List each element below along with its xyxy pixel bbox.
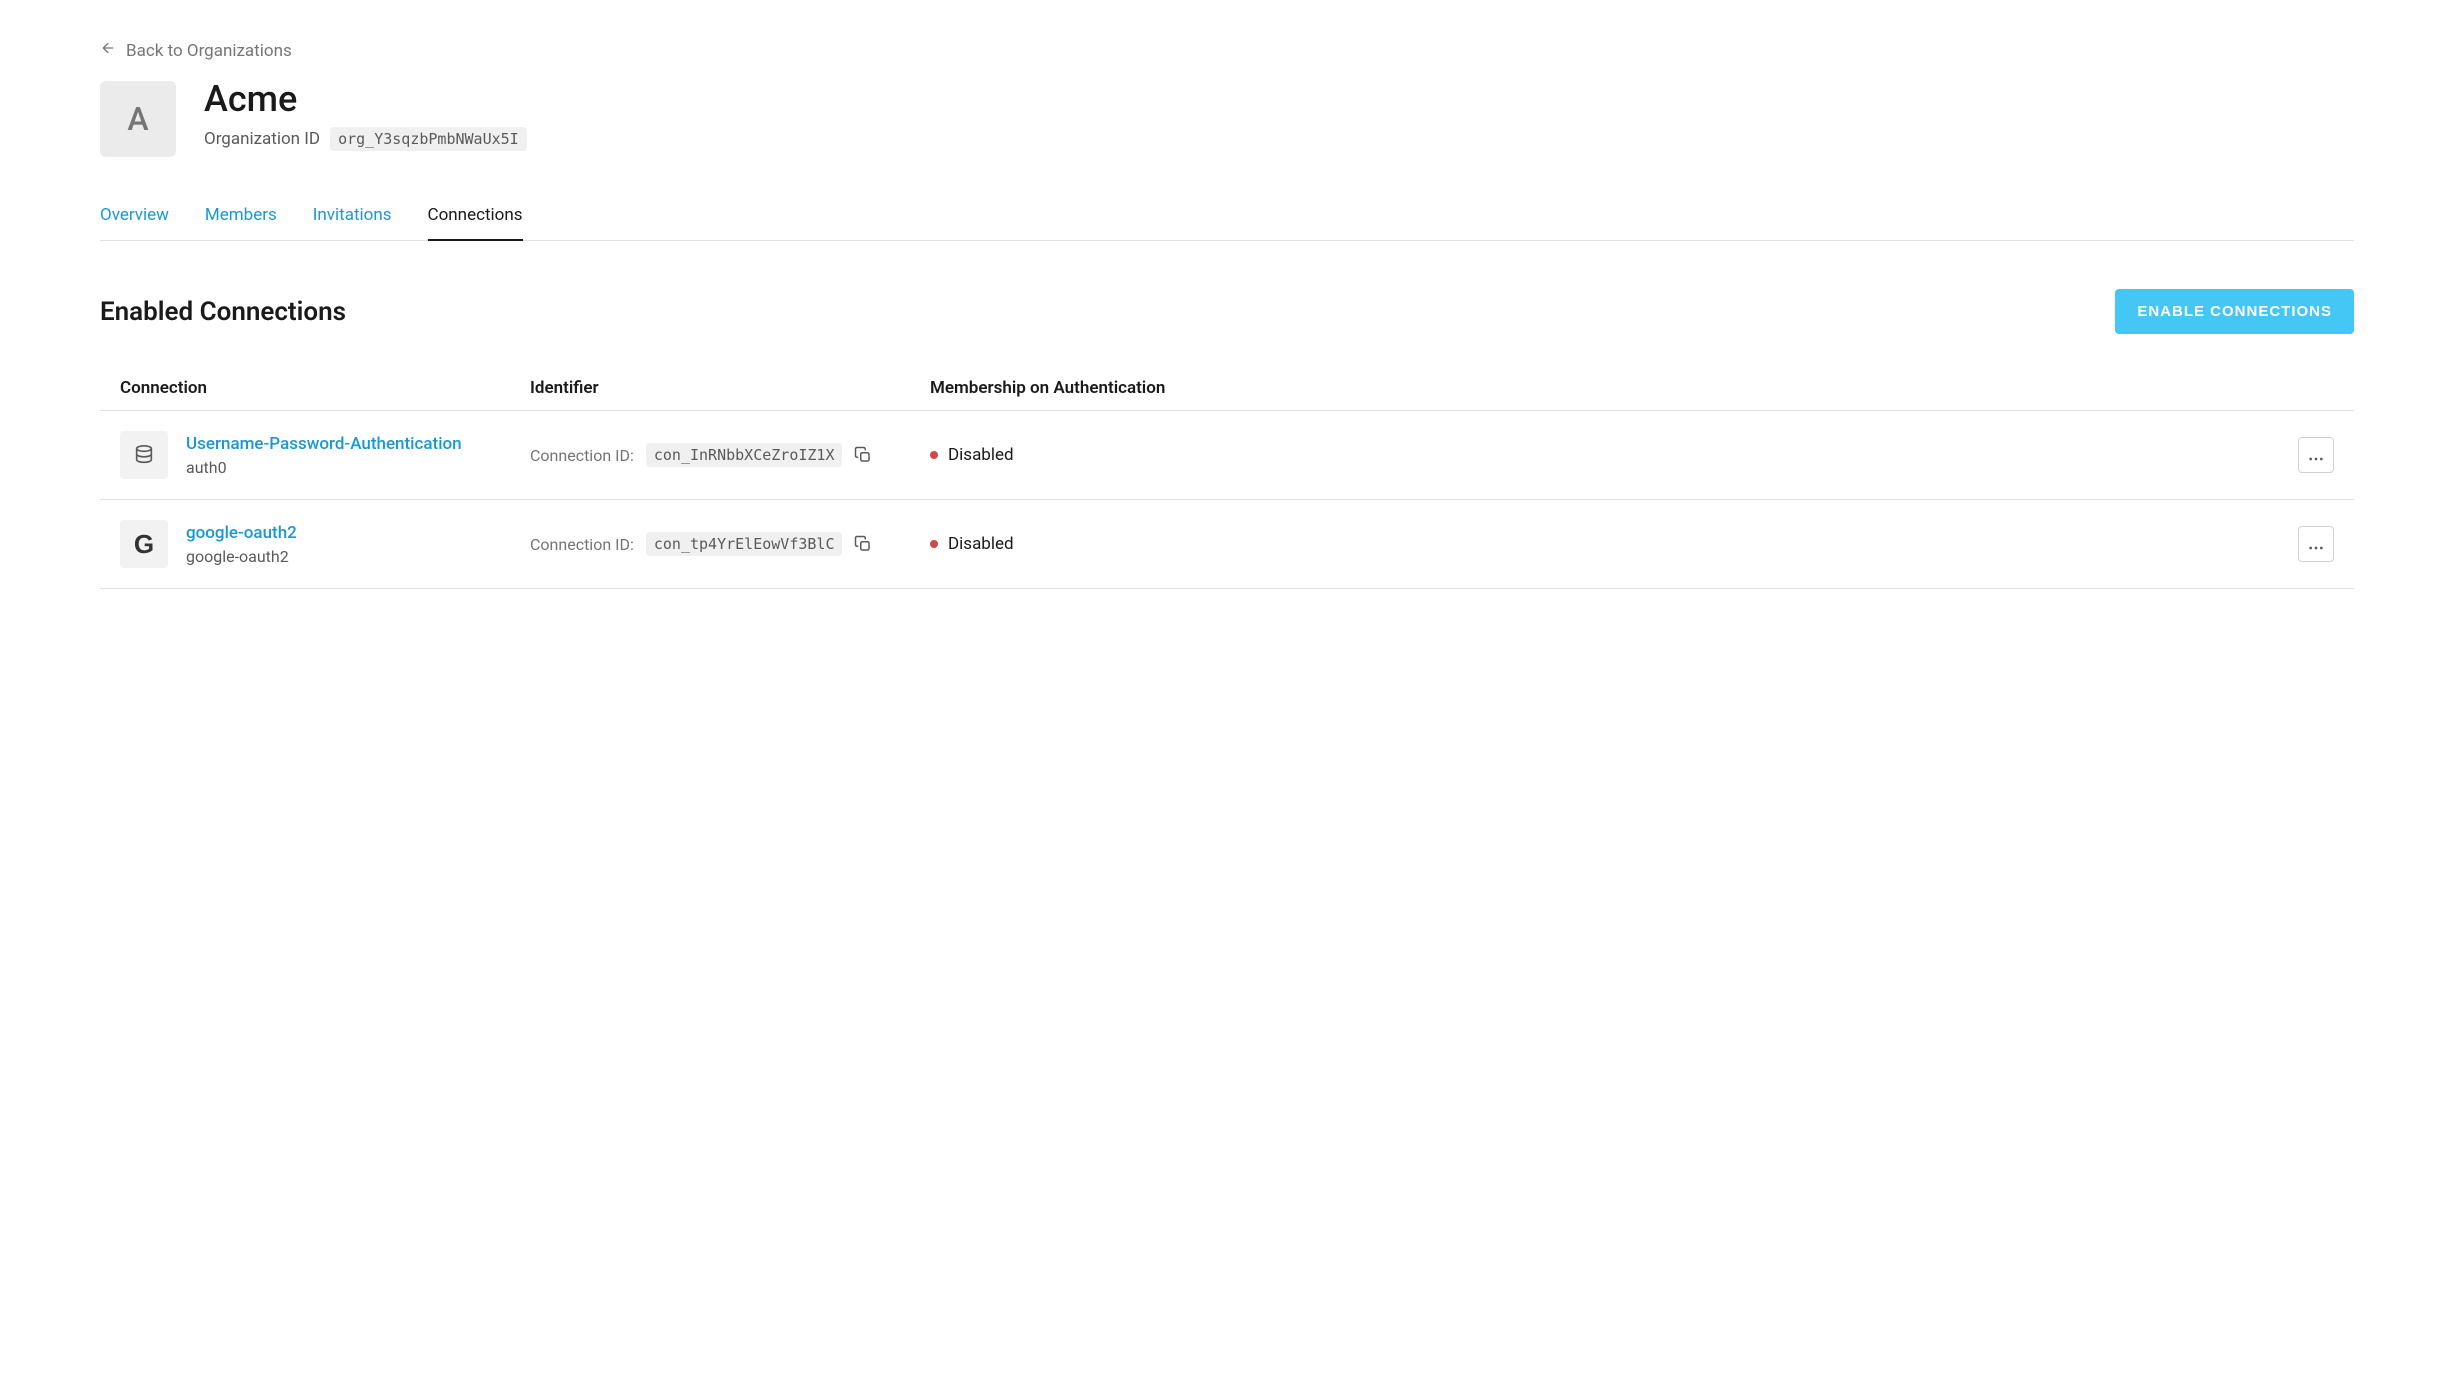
connection-id-label: Connection ID:	[530, 446, 634, 465]
org-avatar: A	[100, 81, 176, 157]
section-title: Enabled Connections	[100, 297, 346, 327]
org-id-row: Organization ID org_Y3sqzbPmbNWaUx5I	[204, 127, 527, 151]
status-dot-icon	[930, 451, 938, 459]
back-link-label: Back to Organizations	[126, 41, 292, 61]
google-icon: G	[120, 520, 168, 568]
org-id-value: org_Y3sqzbPmbNWaUx5I	[330, 127, 527, 151]
table-row: G google-oauth2 google-oauth2 Connection…	[100, 500, 2354, 589]
connection-id-label: Connection ID:	[530, 535, 634, 554]
connection-id-value: con_tp4YrElEowVf3BlC	[646, 532, 843, 556]
more-horizontal-icon	[2307, 535, 2325, 554]
more-horizontal-icon	[2307, 446, 2325, 465]
status-dot-icon	[930, 540, 938, 548]
copy-icon[interactable]	[854, 535, 872, 553]
section-header: Enabled Connections ENABLE CONNECTIONS	[100, 289, 2354, 334]
arrow-left-icon	[100, 40, 116, 61]
copy-icon[interactable]	[854, 446, 872, 464]
connection-id-value: con_InRNbbXCeZroIZ1X	[646, 443, 843, 467]
tab-connections[interactable]: Connections	[428, 205, 523, 241]
connection-name-link[interactable]: google-oauth2	[186, 523, 297, 543]
membership-status: Disabled	[948, 445, 1014, 465]
org-name: Acme	[204, 81, 527, 117]
org-avatar-letter: A	[127, 100, 148, 138]
database-icon	[120, 431, 168, 479]
col-header-membership: Membership on Authentication	[930, 378, 2274, 398]
tab-members[interactable]: Members	[205, 205, 277, 241]
tab-overview[interactable]: Overview	[100, 205, 169, 241]
tabs: Overview Members Invitations Connections	[100, 205, 2354, 241]
enable-connections-button[interactable]: ENABLE CONNECTIONS	[2115, 289, 2354, 334]
org-id-label: Organization ID	[204, 129, 320, 149]
connection-strategy: google-oauth2	[186, 547, 297, 566]
back-to-organizations-link[interactable]: Back to Organizations	[100, 40, 292, 61]
tab-invitations[interactable]: Invitations	[313, 205, 392, 241]
connection-name-link[interactable]: Username-Password-Authentication	[186, 434, 462, 454]
col-header-identifier: Identifier	[530, 378, 930, 398]
col-header-connection: Connection	[120, 378, 530, 398]
connections-table: Connection Identifier Membership on Auth…	[100, 366, 2354, 589]
org-header: A Acme Organization ID org_Y3sqzbPmbNWaU…	[100, 81, 2354, 157]
row-actions-button[interactable]	[2298, 437, 2334, 473]
membership-status: Disabled	[948, 534, 1014, 554]
table-header-row: Connection Identifier Membership on Auth…	[100, 366, 2354, 411]
table-row: Username-Password-Authentication auth0 C…	[100, 411, 2354, 500]
connection-strategy: auth0	[186, 458, 462, 477]
row-actions-button[interactable]	[2298, 526, 2334, 562]
